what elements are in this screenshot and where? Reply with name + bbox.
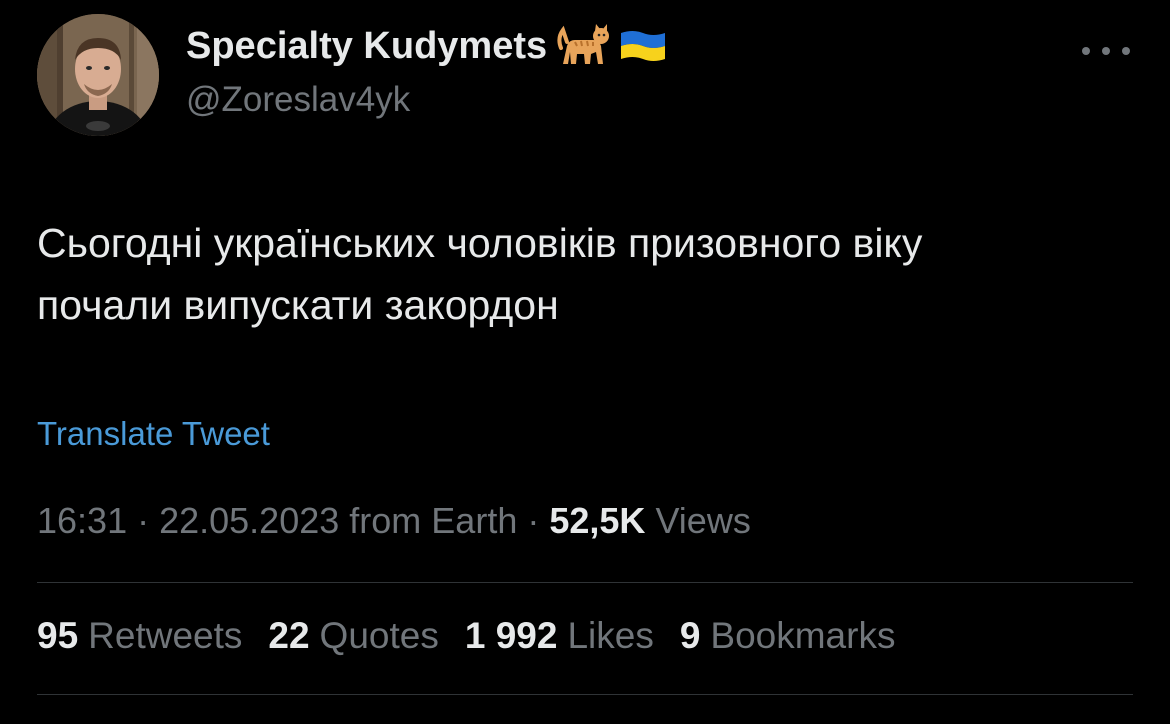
ukraine-flag-icon xyxy=(619,29,667,63)
tweet-date[interactable]: 22.05.2023 xyxy=(159,500,339,541)
likes-stat[interactable]: 1 992 Likes xyxy=(465,615,654,657)
more-dot-icon xyxy=(1082,47,1090,55)
translate-tweet-link[interactable]: Translate Tweet xyxy=(37,415,270,453)
more-dot-icon xyxy=(1122,47,1130,55)
likes-count: 1 992 xyxy=(464,615,558,656)
avatar[interactable] xyxy=(37,14,159,136)
tweet-text-line: Сьогодні українських чоловіків призовног… xyxy=(37,220,923,266)
retweets-label: Retweets xyxy=(88,615,243,656)
tweet-time[interactable]: 16:31 xyxy=(37,500,127,541)
bookmarks-label: Bookmarks xyxy=(710,615,896,656)
engagement-stats: 95 Retweets 22 Quotes 1 992 Likes 9 Bookmark… xyxy=(37,615,895,657)
retweets-count: 95 xyxy=(37,615,79,656)
more-dot-icon xyxy=(1102,47,1110,55)
author-name-row[interactable]: Specialty Kudymets xyxy=(186,24,667,68)
author-display-name[interactable]: Specialty Kudymets xyxy=(186,25,547,68)
likes-label: Likes xyxy=(567,615,654,656)
quotes-count: 22 xyxy=(268,615,310,656)
views-label: Views xyxy=(655,500,751,541)
meta-separator: · xyxy=(127,500,160,541)
tweet-meta: 16:31 · 22.05.2023 from Earth · 52,5K Vi… xyxy=(37,500,751,542)
retweets-stat[interactable]: 95 Retweets xyxy=(37,615,242,657)
divider xyxy=(37,582,1133,583)
quotes-stat[interactable]: 22 Quotes xyxy=(268,615,438,657)
bookmarks-stat[interactable]: 9 Bookmarks xyxy=(680,615,896,657)
author-handle[interactable]: @Zoreslav4yk xyxy=(186,80,410,120)
meta-separator: · xyxy=(517,500,550,541)
bookmarks-count: 9 xyxy=(679,615,701,656)
tweet-source: from Earth xyxy=(349,500,518,541)
quotes-label: Quotes xyxy=(319,615,439,656)
tweet-text-line: почали випускати закордон xyxy=(37,282,559,328)
views-count: 52,5K xyxy=(549,500,646,541)
more-options-button[interactable] xyxy=(1082,36,1130,66)
tweet-text: Сьогодні українських чоловіків призовног… xyxy=(37,212,1137,336)
divider xyxy=(37,694,1133,695)
cat-emoji-icon xyxy=(557,24,610,68)
tweet-detail: Specialty Kudymets @Zoreslav4yk Сьогодні… xyxy=(0,0,1170,724)
